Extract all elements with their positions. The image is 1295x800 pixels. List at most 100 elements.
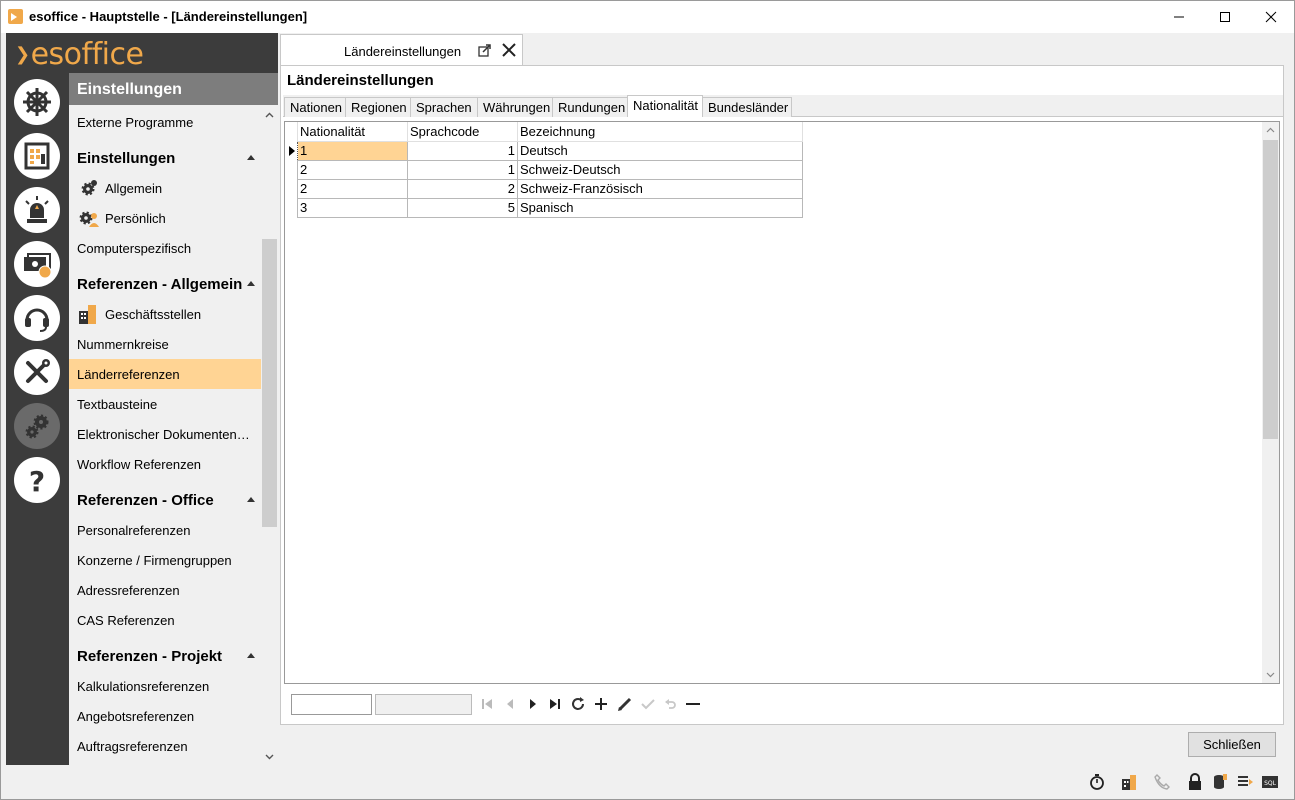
previous-record-button[interactable] [500,694,520,714]
building-icon[interactable] [1120,773,1138,791]
phone-icon[interactable] [1153,773,1171,791]
first-record-button[interactable] [477,694,497,714]
nav-item-computerspezifisch[interactable]: Computerspezifisch [69,233,261,263]
close-window-button[interactable] [1248,1,1294,33]
table-cell[interactable]: 1 [407,159,518,180]
table-cell[interactable]: Deutsch [517,140,803,161]
cancel-edit-button[interactable] [660,694,680,714]
column-header[interactable]: Sprachcode [407,122,518,142]
nav-item-label: Angebotsreferenzen [77,709,195,724]
chevron-down-icon[interactable] [265,752,274,761]
delete-record-button[interactable] [683,694,703,714]
nav-scrollbar-thumb[interactable] [262,239,277,527]
nav-item-adressreferenzen[interactable]: Adressreferenzen [69,575,261,605]
nav-item-label: Länderreferenzen [77,367,180,382]
nav-item-angebotsreferenzen[interactable]: Angebotsreferenzen [69,701,261,731]
close-button[interactable]: Schließen [1188,732,1276,757]
database-icon[interactable] [1211,773,1229,791]
nav-item-cas-referenzen[interactable]: CAS Referenzen [69,605,261,635]
rail-button-tools[interactable] [14,349,60,395]
nav-item-geschäftsstellen[interactable]: Geschäftsstellen [69,299,261,329]
nav-item-länderreferenzen[interactable]: Länderreferenzen [69,359,261,389]
collapse-caret-icon[interactable] [247,497,255,502]
table-cell[interactable]: Schweiz-Französisch [517,178,803,199]
rail-button-help[interactable]: ? [14,457,60,503]
add-record-button[interactable] [591,694,611,714]
tab-nationalität[interactable]: Nationalität [627,95,703,117]
sql-icon[interactable]: SQL [1261,773,1279,791]
next-record-button[interactable] [523,694,543,714]
tab-währungen[interactable]: Währungen [477,97,553,117]
last-record-button[interactable] [545,694,565,714]
nav-item-allgemein[interactable]: Allgemein [69,173,261,203]
nav-item-label: Nummernkreise [77,337,169,352]
rail-button-support[interactable] [14,295,60,341]
collapse-caret-icon[interactable] [247,155,255,160]
table-cell[interactable]: 3 [297,197,408,218]
nav-item-auftragsreferenzen[interactable]: Auftragsreferenzen [69,731,261,761]
table-cell[interactable]: Spanisch [517,197,803,218]
tab-sprachen[interactable]: Sprachen [410,97,478,117]
tab-bundesländer[interactable]: Bundesländer [702,97,792,117]
column-header[interactable]: Nationalität [297,122,408,142]
nav-item-label: CAS Referenzen [77,613,175,628]
chevron-up-icon[interactable] [1266,126,1275,135]
lock-icon[interactable] [1186,773,1204,791]
chevron-up-icon[interactable] [265,111,274,120]
rail-button-alerts[interactable] [14,187,60,233]
rail-button-settings[interactable] [14,403,60,449]
nav-item-textbausteine[interactable]: Textbausteine [69,389,261,419]
nav-item-label: Auftragsreferenzen [77,739,188,754]
collapse-caret-icon[interactable] [247,281,255,286]
table-cell[interactable]: 2 [297,159,408,180]
nav-section-referenzen-office[interactable]: Referenzen - Office [69,485,261,515]
table-row[interactable]: 2 2 Schweiz-Französisch [297,178,803,199]
nav-item-nummernkreise[interactable]: Nummernkreise [69,329,261,359]
popout-icon[interactable] [478,44,491,57]
table-row[interactable]: 1 1 Deutsch [297,140,803,161]
save-record-button[interactable] [638,694,658,714]
document-tab[interactable]: Ländereinstellungen [280,34,523,66]
nav-scrollbar[interactable] [261,105,278,765]
table-row[interactable]: 3 5 Spanisch [297,197,803,218]
nav-item-workflow-referenzen[interactable]: Workflow Referenzen [69,449,261,479]
stopwatch-icon[interactable] [1088,773,1106,791]
maximize-button[interactable] [1202,1,1248,33]
tab-regionen[interactable]: Regionen [345,97,411,117]
record-filter-input[interactable] [291,694,372,715]
tab-nationen[interactable]: Nationen [284,97,346,117]
list-icon[interactable] [1236,773,1254,791]
edit-record-button[interactable] [615,694,635,714]
minimize-button[interactable] [1156,1,1202,33]
module-rail: ? [6,33,69,765]
nav-item-label: Computerspezifisch [77,241,192,256]
refresh-button[interactable] [568,694,588,714]
rail-button-finance[interactable] [14,241,60,287]
column-header[interactable]: Bezeichnung [517,122,803,142]
table-cell[interactable]: 2 [297,178,408,199]
close-tab-icon[interactable] [502,43,516,57]
chevron-down-icon[interactable] [1266,670,1275,679]
nav-item-persönlich[interactable]: Persönlich [69,203,261,233]
rail-button-navigation[interactable] [14,79,60,125]
nav-item-externe-programme[interactable]: Externe Programme [69,107,261,137]
table-cell[interactable]: 1 [297,140,408,161]
grid-scrollbar-thumb[interactable] [1263,140,1278,439]
rail-button-planning[interactable] [14,133,60,179]
table-cell[interactable]: Schweiz-Deutsch [517,159,803,180]
table-row[interactable]: 2 1 Schweiz-Deutsch [297,159,803,180]
collapse-caret-icon[interactable] [247,653,255,658]
nav-item-konzerne-firmengruppen[interactable]: Konzerne / Firmengruppen [69,545,261,575]
table-cell[interactable]: 1 [407,140,518,161]
nav-item-kalkulationsreferenzen[interactable]: Kalkulationsreferenzen [69,671,261,701]
table-cell[interactable]: 5 [407,197,518,218]
nav-item-elektronischer-dokumentenv[interactable]: Elektronischer Dokumentenv... [69,419,261,449]
status-bar: SQL [1,765,1294,799]
nav-section-einstellungen[interactable]: Einstellungen [69,143,261,173]
nav-item-personalreferenzen[interactable]: Personalreferenzen [69,515,261,545]
grid-scrollbar[interactable] [1262,122,1279,683]
nav-section-referenzen-allgemein[interactable]: Referenzen - Allgemein [69,269,261,299]
tab-rundungen[interactable]: Rundungen [552,97,628,117]
table-cell[interactable]: 2 [407,178,518,199]
nav-section-referenzen-projekt[interactable]: Referenzen - Projekt [69,641,261,671]
